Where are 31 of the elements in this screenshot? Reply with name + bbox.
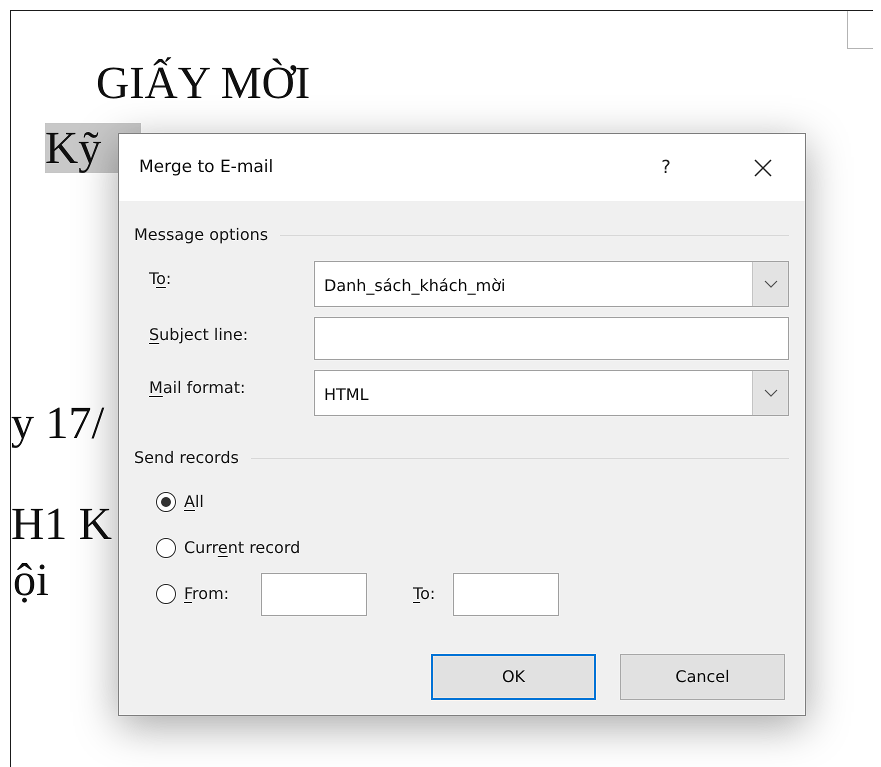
chevron-down-icon (764, 389, 778, 397)
field-label: Mail format: (149, 378, 246, 397)
dialog-button[interactable]: OK (431, 654, 596, 700)
dropdown-value: HTML (323, 384, 370, 406)
group-heading: Send records (134, 447, 239, 469)
close-icon (754, 158, 772, 176)
dropdown-field[interactable]: Danh_sách_khách_mời (314, 261, 789, 307)
group-heading: Message options (134, 224, 268, 246)
radio-button[interactable] (156, 584, 176, 604)
radio-label: All (184, 491, 204, 513)
help-button[interactable]: ? (651, 154, 681, 181)
input-field[interactable] (314, 317, 789, 360)
chevron-down-icon (764, 280, 778, 288)
document-text: y 17/ (11, 398, 104, 449)
document-title: GIẤY MỜI (96, 58, 310, 109)
margin-marker (847, 11, 873, 49)
document-text: H1 K (11, 498, 112, 550)
radio-label: Current record (184, 537, 300, 559)
dropdown-value: Danh_sách_khách_mời (323, 275, 506, 297)
input-field[interactable] (453, 572, 560, 616)
field-label: To: (149, 269, 172, 288)
field-label: To: (413, 584, 436, 603)
dropdown-field[interactable]: HTML (314, 370, 789, 416)
dialog-button[interactable]: Cancel (620, 654, 785, 700)
document-text: ội (13, 555, 49, 606)
radio-button[interactable] (156, 492, 176, 512)
input-field[interactable] (261, 572, 368, 616)
field-label: Subject line: (149, 325, 248, 344)
dialog-title: Merge to E-mail (139, 156, 274, 179)
radio-button[interactable] (156, 538, 176, 558)
radio-label: From: (184, 583, 230, 605)
